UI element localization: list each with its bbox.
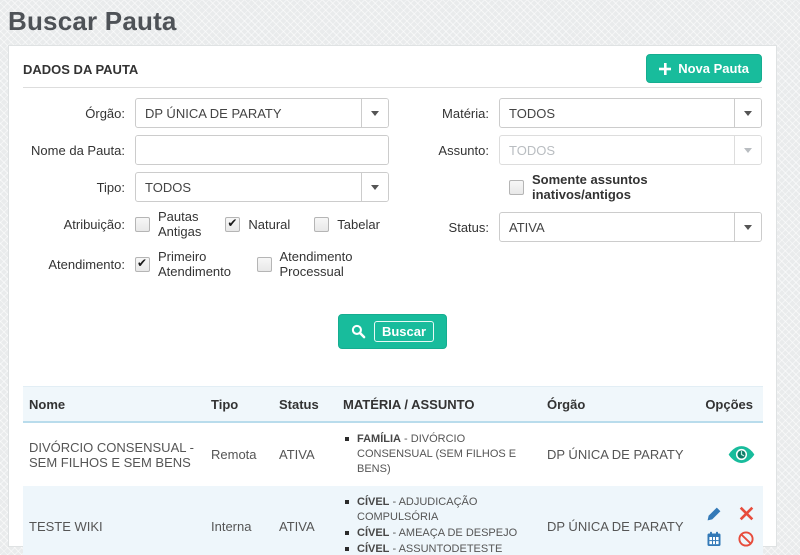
tipo-label: Tipo: xyxy=(23,180,135,195)
checkbox-icon[interactable] xyxy=(135,217,150,232)
tipo-select[interactable]: TODOS xyxy=(135,172,389,202)
row-materia-assunto: FAMÍLIA - DIVÓRCIO CONSENSUAL (SEM FILHO… xyxy=(337,422,541,486)
table-row: TESTE WIKI Interna ATIVA CÍVEL - ADJUDIC… xyxy=(23,486,763,555)
square-bullet-icon xyxy=(345,500,349,504)
atendimento-label: Atendimento: xyxy=(23,257,135,272)
header-nome: Nome xyxy=(23,387,205,423)
section-title: DADOS DA PAUTA xyxy=(23,62,138,83)
row-orgao: DP ÚNICA DE PARATY xyxy=(541,486,691,555)
chevron-down-icon[interactable] xyxy=(734,99,761,127)
assunto-select-disabled: TODOS xyxy=(499,135,762,165)
nova-pauta-label: Nova Pauta xyxy=(678,61,749,76)
materia-value: TODOS xyxy=(500,106,734,121)
row-status: ATIVA xyxy=(273,486,337,555)
assunto-label: Assunto: xyxy=(401,143,499,158)
nome-pauta-label: Nome da Pauta: xyxy=(23,143,135,158)
nome-pauta-field xyxy=(135,135,389,165)
atribuicao-label: Atribuição: xyxy=(23,217,135,232)
buscar-button[interactable]: Buscar xyxy=(338,314,447,349)
buscar-label: Buscar xyxy=(374,321,434,342)
nome-pauta-input[interactable] xyxy=(136,136,388,164)
tipo-value: TODOS xyxy=(136,180,361,195)
orgao-value: DP ÚNICA DE PARATY xyxy=(136,106,361,121)
header-opcoes: Opções xyxy=(691,387,763,423)
pautas-table: Nome Tipo Status MATÉRIA / ASSUNTO Órgão… xyxy=(23,386,763,555)
row-nome: DIVÓRCIO CONSENSUAL - SEM FILHOS E SEM B… xyxy=(23,422,205,486)
header-status: Status xyxy=(273,387,337,423)
checkbox-natural[interactable]: Natural xyxy=(225,217,290,232)
row-tipo: Interna xyxy=(205,486,273,555)
square-bullet-icon xyxy=(345,547,349,551)
checkbox-checked-icon[interactable] xyxy=(135,257,150,272)
header-materia-assunto: MATÉRIA / ASSUNTO xyxy=(337,387,541,423)
dados-da-pauta-panel: DADOS DA PAUTA Nova Pauta Órgão: DP ÚNIC… xyxy=(8,45,777,547)
row-nome: TESTE WIKI xyxy=(23,486,205,555)
orgao-label: Órgão: xyxy=(23,106,135,121)
checkbox-icon[interactable] xyxy=(314,217,329,232)
search-icon xyxy=(351,324,366,339)
row-orgao: DP ÚNICA DE PARATY xyxy=(541,422,691,486)
edit-pencil-icon[interactable] xyxy=(706,506,722,522)
header-tipo: Tipo xyxy=(205,387,273,423)
nova-pauta-button[interactable]: Nova Pauta xyxy=(646,54,762,83)
chevron-down-icon[interactable] xyxy=(361,99,388,127)
materia-select[interactable]: TODOS xyxy=(499,98,762,128)
section-divider xyxy=(23,87,762,88)
checkbox-icon[interactable] xyxy=(509,180,524,195)
row-materia-assunto: CÍVEL - ADJUDICAÇÃO COMPULSÓRIA CÍVEL - … xyxy=(337,486,541,555)
page-title: Buscar Pauta xyxy=(0,0,800,37)
status-value: ATIVA xyxy=(500,220,734,235)
row-status: ATIVA xyxy=(273,422,337,486)
view-eye-icon[interactable] xyxy=(728,446,755,463)
materia-label: Matéria: xyxy=(401,106,499,121)
block-ban-icon[interactable] xyxy=(738,531,754,547)
delete-x-icon[interactable] xyxy=(739,506,754,521)
checkbox-checked-icon[interactable] xyxy=(225,217,240,232)
checkbox-somente-assuntos-inativos[interactable]: Somente assuntos inativos/antigos xyxy=(509,172,738,202)
chevron-down-icon xyxy=(734,136,761,164)
checkbox-tabelar[interactable]: Tabelar xyxy=(314,217,380,232)
plus-icon xyxy=(659,63,671,75)
header-orgao: Órgão xyxy=(541,387,691,423)
search-form: Órgão: DP ÚNICA DE PARATY Nome da Pauta:… xyxy=(23,98,762,289)
chevron-down-icon[interactable] xyxy=(734,213,761,241)
status-select[interactable]: ATIVA xyxy=(499,212,762,242)
calendar-icon[interactable] xyxy=(706,531,722,547)
checkbox-icon[interactable] xyxy=(257,257,272,272)
status-label: Status: xyxy=(401,220,499,235)
checkbox-atendimento-processual[interactable]: Atendimento Processual xyxy=(257,249,366,279)
checkbox-primeiro-atendimento[interactable]: Primeiro Atendimento xyxy=(135,249,233,279)
square-bullet-icon xyxy=(345,437,349,441)
square-bullet-icon xyxy=(345,531,349,535)
assunto-value: TODOS xyxy=(500,143,734,158)
table-header-row: Nome Tipo Status MATÉRIA / ASSUNTO Órgão… xyxy=(23,387,763,423)
chevron-down-icon[interactable] xyxy=(361,173,388,201)
table-row: DIVÓRCIO CONSENSUAL - SEM FILHOS E SEM B… xyxy=(23,422,763,486)
row-tipo: Remota xyxy=(205,422,273,486)
checkbox-pautas-antigas[interactable]: Pautas Antigas xyxy=(135,209,201,239)
orgao-select[interactable]: DP ÚNICA DE PARATY xyxy=(135,98,389,128)
